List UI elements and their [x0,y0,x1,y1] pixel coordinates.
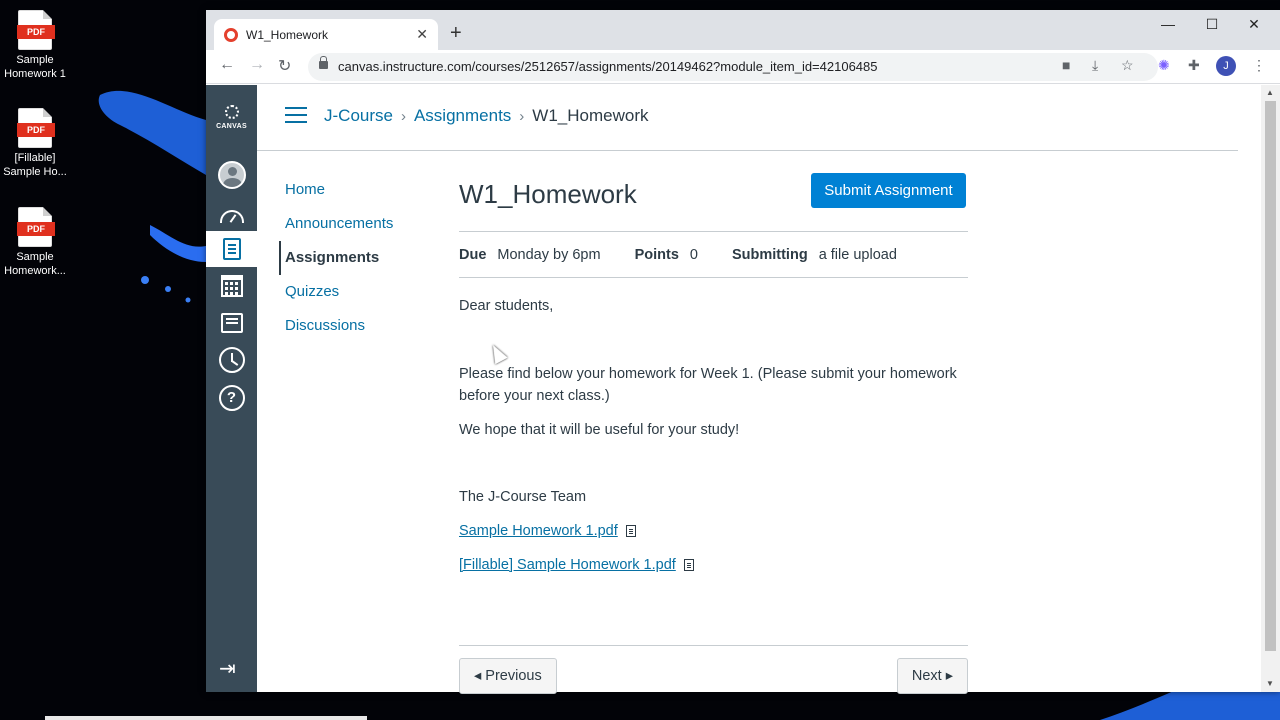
greeting-text: Dear students, [459,298,554,314]
browser-toolbar: ← → ↻ canvas.instructure.com/courses/251… [206,50,1280,84]
help-icon: ? [218,385,245,411]
global-navigation: CANVAS ? ⇥ [206,85,257,692]
preview-document-icon[interactable] [683,559,694,571]
breadcrumb-course-link[interactable]: J-Course [324,106,393,126]
nav-courses[interactable] [206,231,257,267]
preview-document-icon[interactable] [625,525,636,537]
nav-history[interactable] [206,342,257,378]
forward-arrow-icon[interactable]: → [249,56,265,74]
back-arrow-icon[interactable]: ← [219,56,235,74]
nav-account[interactable] [206,157,257,193]
tab-close-icon[interactable]: ✕ [416,26,428,43]
pdf-file-icon: PDF [17,207,55,247]
due-value: Monday by 6pm [497,246,601,263]
hamburger-menu-icon[interactable] [285,107,307,123]
dashboard-gauge-icon [219,209,244,223]
scroll-up-icon[interactable]: ▲ [1266,88,1274,97]
assignment-meta: Due Monday by 6pm Points 0 Submitting a … [459,231,968,278]
canvas-favicon-icon [224,27,238,42]
instructions-text: Please find below your homework for Week… [459,366,957,404]
breadcrumb-separator-icon: › [519,107,525,125]
course-navigation: Home Announcements Assignments Quizzes D… [279,173,429,343]
close-window-button[interactable]: ✕ [1232,16,1276,33]
maximize-button[interactable]: ☐ [1190,16,1234,33]
camera-icon[interactable]: ■ [1062,57,1070,73]
course-nav-quizzes[interactable]: Quizzes [279,275,429,309]
nav-help[interactable]: ? [206,380,257,416]
breadcrumb: J-Course › Assignments › W1_Homework [324,106,649,126]
bookmark-star-icon[interactable]: ☆ [1121,57,1134,74]
course-header: J-Course › Assignments › W1_Homework [257,85,1238,151]
breadcrumb-assignments-link[interactable]: Assignments [414,106,511,126]
reload-icon[interactable]: ↻ [278,56,291,76]
history-clock-icon [218,347,245,373]
nav-dashboard[interactable] [206,195,257,231]
previous-button[interactable]: ◂ Previous [459,658,557,694]
collapse-nav-icon[interactable]: ⇥ [219,659,236,679]
course-nav-home[interactable]: Home [279,173,429,207]
file-attachment: [Fillable] Sample Homework 1.pdf [459,554,971,576]
course-nav-discussions[interactable]: Discussions [279,309,429,343]
calendar-icon [220,275,243,297]
desktop-icon-sample-homework-1[interactable]: PDF Sample Homework 1 [0,10,70,81]
encouragement-text: We hope that it will be useful for your … [459,422,740,438]
inbox-icon [220,313,243,333]
breadcrumb-separator-icon: › [400,107,406,125]
canvas-logo-icon [224,105,239,119]
courses-book-icon [222,238,241,260]
account-avatar-icon [217,161,246,189]
nav-calendar[interactable] [206,268,257,304]
extensions-puzzle-icon[interactable]: ✚ [1188,57,1200,74]
url-text: canvas.instructure.com/courses/2512657/a… [338,59,878,74]
download-icon[interactable]: ⤓ [1092,57,1098,74]
nav-inbox[interactable] [206,305,257,341]
menu-dots-icon[interactable]: ⋮ [1252,57,1266,74]
desktop-icon-label: Sample Homework... [4,251,66,277]
canvas-logo[interactable]: CANVAS [206,105,257,130]
course-nav-assignments[interactable]: Assignments [279,241,429,275]
new-tab-button[interactable]: + [450,21,462,45]
address-bar[interactable]: canvas.instructure.com/courses/2512657/a… [308,53,1158,81]
submitting-label: Submitting [731,246,808,263]
file-link-fillable-sample-homework[interactable]: [Fillable] Sample Homework 1.pdf [459,557,676,573]
browser-tab[interactable]: W1_Homework ✕ [214,19,438,50]
desktop-icon-label: [Fillable] Sample Ho... [3,152,67,178]
scrollbar-thumb[interactable] [1265,101,1276,651]
file-attachment: Sample Homework 1.pdf [459,520,971,542]
next-button[interactable]: Next ▸ [896,658,968,694]
due-label: Due [459,246,487,263]
desktop-icon-fillable-sample-homework[interactable]: PDF [Fillable] Sample Ho... [0,108,70,179]
taskbar-edge [45,716,367,720]
minimize-button[interactable]: — [1146,16,1190,32]
signature-text: The J-Course Team [459,489,587,505]
main-content: J-Course › Assignments › W1_Homework Hom… [257,85,1261,694]
course-nav-announcements[interactable]: Announcements [279,207,429,241]
pdf-file-icon: PDF [17,108,55,148]
browser-window: W1_Homework ✕ + — ☐ ✕ ← → ↻ canvas.instr… [206,10,1280,694]
breadcrumb-current: W1_Homework [532,106,649,125]
page-scrollbar[interactable]: ▲ ▼ [1261,85,1280,692]
extension-gear-icon[interactable]: ✺ [1158,57,1170,74]
file-link-sample-homework[interactable]: Sample Homework 1.pdf [459,523,618,539]
submit-assignment-button[interactable]: Submit Assignment [811,173,966,208]
module-footer-divider [459,645,968,646]
points-value: 0 [689,246,698,263]
submitting-value: a file upload [818,246,897,263]
points-label: Points [634,246,679,263]
profile-avatar[interactable]: J [1216,56,1236,76]
tab-strip: W1_Homework ✕ + — ☐ ✕ [206,10,1280,50]
desktop-icon-sample-homework[interactable]: PDF Sample Homework... [0,207,70,278]
tab-title: W1_Homework [246,27,329,42]
canvas-page: CANVAS ? ⇥ J-Course › Assignments › W1_H… [206,85,1280,694]
lock-icon [319,56,328,69]
pdf-file-icon: PDF [17,10,55,50]
scroll-down-icon[interactable]: ▼ [1266,679,1274,688]
assignment-details: W1_Homework Submit Assignment Due Monday… [459,170,968,694]
desktop-icon-label: Sample Homework 1 [4,54,66,80]
